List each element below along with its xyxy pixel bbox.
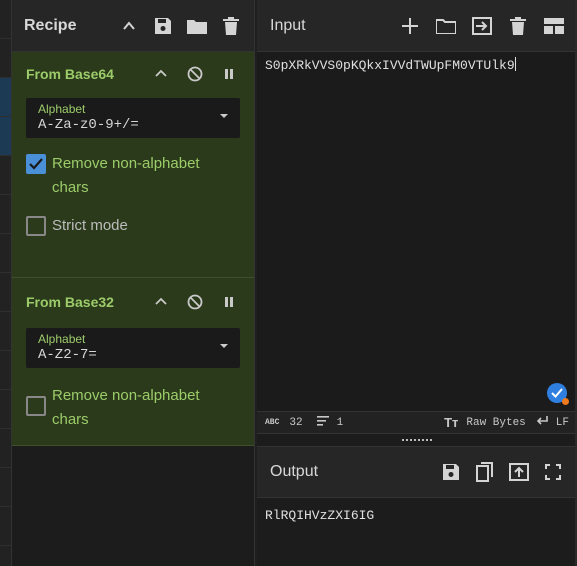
output-title: Output [270, 463, 319, 480]
operation-from-base64: From Base64 Alphabet A-Za-z0-9+/= Remove… [12, 52, 254, 278]
disable-icon[interactable] [184, 63, 206, 85]
copy-icon[interactable] [474, 461, 496, 483]
alphabet-label: Alphabet [38, 102, 86, 116]
save-icon[interactable] [440, 461, 462, 483]
eol-icon [536, 415, 548, 430]
op-list-row[interactable] [0, 234, 11, 273]
recipe-title: Recipe [24, 16, 77, 34]
load-file-icon[interactable] [471, 15, 493, 37]
chevron-up-icon[interactable] [150, 291, 172, 313]
operation-title: From Base32 [26, 294, 114, 310]
op-list-row[interactable] [0, 351, 11, 390]
recipe-panel: Recipe From Base64 Alphabet A-Za-z0-9+/=… [12, 0, 255, 566]
trash-icon[interactable] [507, 15, 529, 37]
op-list-row[interactable] [0, 39, 11, 78]
input-textarea[interactable]: S0pXRkVVS0pKQkxIVVdTWUpFM0VTUlk9 [257, 52, 577, 412]
chevron-up-icon[interactable] [150, 63, 172, 85]
op-list-row[interactable] [0, 156, 11, 195]
operations-list-edge [0, 0, 12, 566]
alphabet-label: Alphabet [38, 332, 86, 346]
input-status-bar: ABC 32 1 Tт Raw Bytes LF [257, 412, 577, 434]
dropdown-caret-icon [220, 344, 228, 348]
op-list-row[interactable] [0, 312, 11, 351]
op-list-row[interactable] [0, 78, 11, 117]
op-list-row[interactable] [0, 195, 11, 234]
abc-icon: ABC [265, 418, 280, 427]
output-text: RlRQIHVzZXI6IG [265, 508, 375, 523]
app-root: Recipe From Base64 Alphabet A-Za-z0-9+/=… [0, 0, 577, 566]
encoding-label[interactable]: Raw Bytes [466, 417, 525, 429]
strict-mode-option[interactable]: Strict mode [26, 214, 240, 238]
recipe-header: Recipe [12, 0, 254, 52]
magic-check-icon[interactable] [547, 383, 569, 405]
checkbox-label: Remove non-alphabet chars [52, 387, 200, 428]
checkbox-remove-non-alphabet[interactable] [26, 396, 46, 416]
op-list-row[interactable] [0, 507, 11, 546]
resize-handle[interactable] [257, 434, 577, 446]
dropdown-caret-icon [220, 114, 228, 118]
alphabet-value: A-Z2-7= [38, 347, 97, 363]
disable-icon[interactable] [184, 291, 206, 313]
op-list-row[interactable] [0, 0, 11, 39]
replace-input-icon[interactable] [508, 461, 530, 483]
lines-icon [316, 415, 329, 430]
checkbox-strict-mode[interactable] [26, 216, 46, 236]
remove-non-alphabet-option[interactable]: Remove non-alphabet chars [26, 152, 240, 200]
open-folder-icon[interactable] [435, 15, 457, 37]
maximize-icon[interactable] [542, 461, 564, 483]
text-cursor [514, 57, 516, 71]
checkbox-label: Remove non-alphabet chars [52, 155, 200, 196]
layout-icon[interactable] [543, 15, 565, 37]
checkbox-remove-non-alphabet[interactable] [26, 154, 46, 174]
folder-icon[interactable] [186, 15, 208, 37]
notification-dot [562, 398, 569, 405]
output-header: Output [257, 446, 577, 498]
op-list-row[interactable] [0, 429, 11, 468]
output-textarea[interactable]: RlRQIHVzZXI6IG [257, 498, 577, 532]
text-format-icon[interactable]: Tт [444, 415, 458, 430]
alphabet-select[interactable]: Alphabet A-Za-z0-9+/= [26, 98, 240, 138]
input-title: Input [270, 16, 306, 34]
plus-icon[interactable] [399, 15, 421, 37]
pause-icon[interactable] [218, 63, 240, 85]
checkbox-label: Strict mode [52, 217, 128, 234]
save-icon[interactable] [152, 15, 174, 37]
input-lines: 1 [336, 416, 344, 429]
input-length: 32 [289, 416, 303, 429]
operation-from-base32: From Base32 Alphabet A-Z2-7= Remove non-… [12, 278, 254, 446]
alphabet-select[interactable]: Alphabet A-Z2-7= [26, 328, 240, 368]
pause-icon[interactable] [218, 291, 240, 313]
alphabet-value: A-Za-z0-9+/= [38, 117, 139, 133]
chevron-up-icon[interactable] [118, 15, 140, 37]
op-list-row[interactable] [0, 390, 11, 429]
op-list-row[interactable] [0, 273, 11, 312]
input-text: S0pXRkVVS0pKQkxIVVdTWUpFM0VTUlk9 [265, 58, 515, 73]
op-list-row[interactable] [0, 117, 11, 156]
io-panel: Input S0pXRkVVS0pKQkxIVVdTWUpFM0VTUlk9 A… [257, 0, 577, 566]
remove-non-alphabet-option[interactable]: Remove non-alphabet chars [26, 384, 240, 432]
input-header: Input [257, 0, 577, 52]
operation-title: From Base64 [26, 66, 114, 82]
eol-label[interactable]: LF [556, 417, 569, 429]
op-list-row[interactable] [0, 468, 11, 507]
trash-icon[interactable] [220, 15, 242, 37]
